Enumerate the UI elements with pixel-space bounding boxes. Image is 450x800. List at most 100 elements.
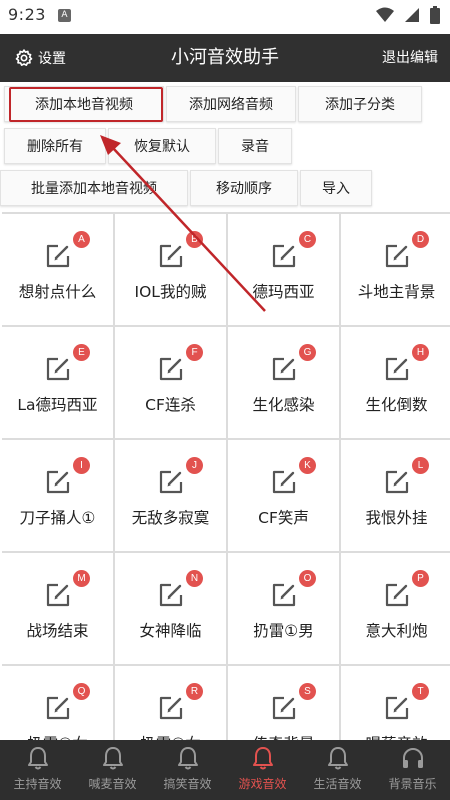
- edit-icon[interactable]: [384, 356, 410, 382]
- batch-add-local-media-button[interactable]: 批量添加本地音视频: [0, 170, 188, 206]
- sound-tile[interactable]: Q 扔雷②女: [2, 666, 113, 740]
- edit-icon[interactable]: [45, 695, 71, 721]
- edit-icon[interactable]: [158, 582, 184, 608]
- bell-icon: [102, 747, 123, 770]
- signal-icon: [405, 8, 419, 22]
- sound-label: 扔雷②女: [115, 732, 226, 740]
- sound-tile[interactable]: N 女神降临: [115, 553, 226, 664]
- sound-badge: H: [412, 344, 429, 361]
- bell-icon: [252, 747, 273, 770]
- edit-icon[interactable]: [45, 243, 71, 269]
- edit-icon[interactable]: [384, 695, 410, 721]
- edit-icon[interactable]: [271, 695, 297, 721]
- sound-label: 生化倒数: [365, 396, 428, 414]
- headphones-icon: [402, 748, 423, 768]
- sound-badge: B: [186, 231, 203, 248]
- sound-label: 扔雷①男: [253, 622, 314, 640]
- sound-tile[interactable]: B IOL我的贼: [115, 214, 226, 325]
- sound-tile[interactable]: T 喝药音效: [341, 666, 450, 740]
- add-local-media-button[interactable]: 添加本地音视频: [4, 86, 164, 122]
- sound-label: 意大利炮: [365, 622, 428, 640]
- edit-icon[interactable]: [271, 582, 297, 608]
- edit-icon[interactable]: [158, 695, 184, 721]
- sound-label: 战场结束: [26, 622, 89, 640]
- nav-tab[interactable]: 背景音乐: [375, 740, 450, 800]
- bell-icon: [327, 747, 348, 770]
- sound-tile[interactable]: F CF连杀: [115, 327, 226, 438]
- sound-tile[interactable]: R 扔雷②女: [115, 666, 226, 740]
- sound-label: 生化感染: [252, 396, 315, 414]
- edit-icon[interactable]: [384, 582, 410, 608]
- edit-icon[interactable]: [384, 469, 410, 495]
- delete-all-button[interactable]: 删除所有: [4, 128, 106, 164]
- edit-icon[interactable]: [158, 356, 184, 382]
- sound-tile[interactable]: A 想射点什么: [2, 214, 113, 325]
- settings-button[interactable]: 设置: [14, 34, 66, 82]
- edit-icon[interactable]: [158, 469, 184, 495]
- sound-label: CF笑声: [258, 509, 309, 527]
- nav-tab-label: 主持音效: [13, 777, 62, 791]
- status-icons: [376, 6, 440, 24]
- sound-tile[interactable]: L 我恨外挂: [341, 440, 450, 551]
- record-button[interactable]: 录音: [218, 128, 292, 164]
- action-buttons: 添加本地音视频 添加网络音频 添加子分类 删除所有 恢复默认 录音 批量添加本地…: [0, 82, 450, 212]
- sound-tile[interactable]: M 战场结束: [2, 553, 113, 664]
- bottom-nav: 主持音效 喊麦音效 搞笑音效 游戏音效 生活音效 背景音乐: [0, 740, 450, 800]
- nav-tab[interactable]: 生活音效: [300, 740, 375, 800]
- status-time: 9:23: [8, 5, 46, 24]
- settings-label: 设置: [38, 51, 66, 67]
- edit-icon[interactable]: [271, 356, 297, 382]
- edit-icon[interactable]: [45, 356, 71, 382]
- nav-tab-label: 游戏音效: [238, 777, 287, 791]
- sound-tile[interactable]: O 扔雷①男: [228, 553, 339, 664]
- wifi-icon: [376, 7, 394, 22]
- sound-label: 喝药音效: [341, 732, 450, 740]
- nav-tab[interactable]: 主持音效: [0, 740, 75, 800]
- nav-tab[interactable]: 搞笑音效: [150, 740, 225, 800]
- sound-tile[interactable]: D 斗地主背景: [341, 214, 450, 325]
- sound-tile[interactable]: P 意大利炮: [341, 553, 450, 664]
- add-subcategory-button[interactable]: 添加子分类: [298, 86, 422, 122]
- sound-tile[interactable]: S 传奇背景: [228, 666, 339, 740]
- sound-tile[interactable]: G 生化感染: [228, 327, 339, 438]
- sound-badge: G: [299, 344, 316, 361]
- sound-label: 传奇背景: [228, 732, 339, 740]
- sound-tile[interactable]: J 无敌多寂寞: [115, 440, 226, 551]
- nav-tab[interactable]: 游戏音效: [225, 740, 300, 800]
- sound-tile[interactable]: K CF笑声: [228, 440, 339, 551]
- sound-tile[interactable]: E La德玛西亚: [2, 327, 113, 438]
- nav-tab[interactable]: 喊麦音效: [75, 740, 150, 800]
- edit-icon[interactable]: [271, 469, 297, 495]
- add-network-audio-button[interactable]: 添加网络音频: [166, 86, 296, 122]
- edit-icon[interactable]: [45, 469, 71, 495]
- bell-icon: [27, 747, 48, 770]
- nav-tab-label: 生活音效: [313, 777, 362, 791]
- sound-badge: T: [412, 683, 429, 700]
- edit-icon[interactable]: [384, 243, 410, 269]
- sound-tile[interactable]: C 德玛西亚: [228, 214, 339, 325]
- sound-badge: N: [186, 570, 203, 587]
- bell-icon: [177, 747, 198, 770]
- import-button[interactable]: 导入: [300, 170, 372, 206]
- nav-tab-label: 搞笑音效: [163, 777, 212, 791]
- sound-badge: R: [186, 683, 203, 700]
- sound-badge: I: [73, 457, 90, 474]
- sound-label: La德玛西亚: [17, 396, 98, 414]
- sound-label: 德玛西亚: [252, 283, 315, 301]
- sound-badge: Q: [73, 683, 90, 700]
- sound-grid: A 想射点什么 B IOL我的贼 C 德玛西亚 D 斗地主背景 E La德玛西亚 F CF连杀 G 生化感…: [2, 212, 450, 740]
- edit-icon[interactable]: [158, 243, 184, 269]
- sound-tile[interactable]: I 刀子捅人①: [2, 440, 113, 551]
- restore-default-button[interactable]: 恢复默认: [108, 128, 216, 164]
- exit-edit-button[interactable]: 退出编辑: [382, 34, 438, 82]
- sound-badge: C: [299, 231, 316, 248]
- edit-icon[interactable]: [271, 243, 297, 269]
- edit-icon[interactable]: [45, 582, 71, 608]
- sound-label: 斗地主背景: [357, 283, 436, 301]
- sound-badge: K: [299, 457, 316, 474]
- sound-badge: A: [73, 231, 90, 248]
- sound-label: 扔雷②女: [2, 732, 113, 740]
- move-order-button[interactable]: 移动顺序: [190, 170, 298, 206]
- sound-badge: D: [412, 231, 429, 248]
- sound-tile[interactable]: H 生化倒数: [341, 327, 450, 438]
